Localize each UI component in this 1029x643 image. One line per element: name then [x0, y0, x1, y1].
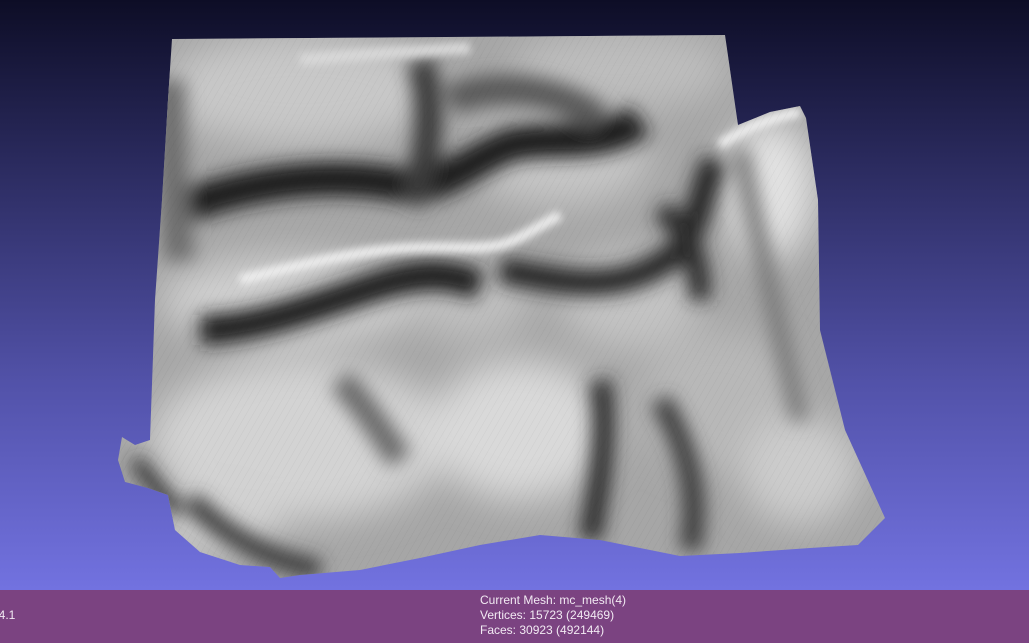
mesh-viewer-window: 0 64.1 Current Mesh: mc_mesh(4) Vertices…	[0, 0, 1029, 643]
mesh-surface	[118, 35, 885, 578]
mesh-info-panel: Current Mesh: mc_mesh(4) Vertices: 15723…	[480, 593, 626, 638]
info-left-line-2: 64.1	[0, 608, 16, 622]
info-left-panel: 0 64.1	[0, 593, 40, 623]
mesh-render[interactable]	[0, 0, 1029, 590]
status-info-bar: 0 64.1 Current Mesh: mc_mesh(4) Vertices…	[0, 590, 1029, 643]
vertices-count: Vertices: 15723 (249469)	[480, 608, 615, 622]
faces-count: Faces: 30923 (492144)	[480, 623, 605, 637]
3d-viewport[interactable]	[0, 0, 1029, 590]
info-left-line-1: 0	[0, 593, 40, 608]
current-mesh-label: Current Mesh: mc_mesh(4)	[480, 593, 627, 607]
